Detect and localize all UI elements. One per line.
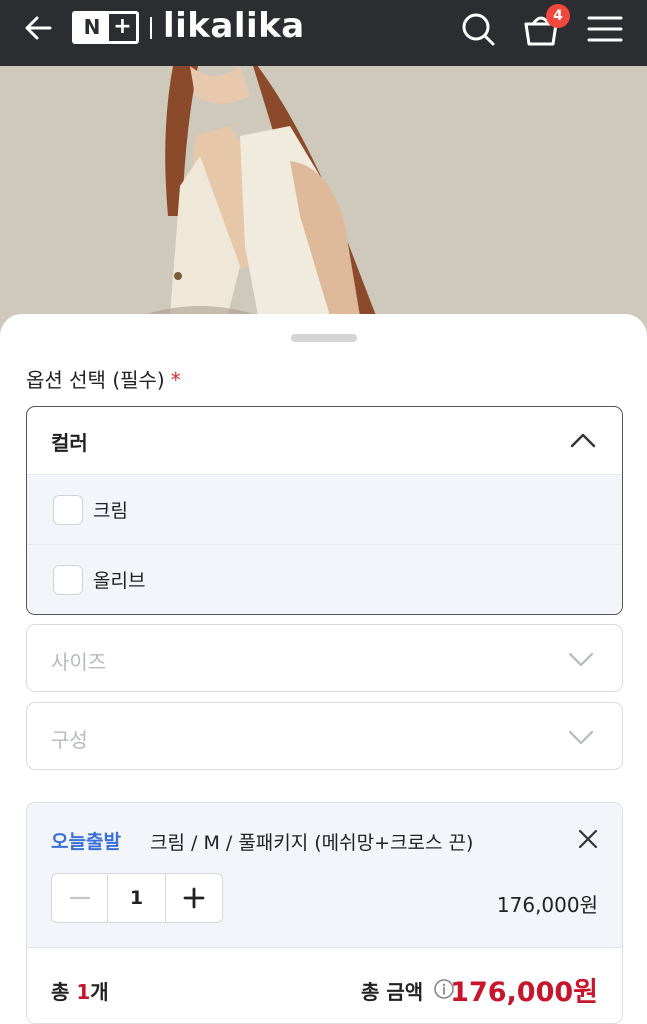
- minus-button[interactable]: [52, 874, 108, 922]
- selected-items-box: 오늘출발 크림 / M / 풀패키지 (메쉬망+크로스 끈) 1 176,000…: [26, 802, 623, 1024]
- logo-letter: N: [75, 14, 109, 41]
- total-amount-label: 총 금액: [361, 980, 424, 1004]
- plus-button[interactable]: [166, 874, 222, 922]
- hamburger-menu-icon[interactable]: [584, 8, 626, 50]
- close-icon[interactable]: [576, 827, 600, 851]
- total-summary: 총 1개 총 금액 176,000원: [27, 948, 622, 1023]
- logo-divider: [150, 17, 152, 39]
- selected-item: 오늘출발 크림 / M / 풀패키지 (메쉬망+크로스 끈) 1 176,000…: [27, 803, 622, 948]
- item-price: 176,000원: [496, 893, 598, 917]
- required-mark: *: [170, 368, 181, 392]
- brand-name[interactable]: likalika: [163, 6, 305, 46]
- top-navigation-bar: N + likalika 4: [0, 0, 647, 66]
- product-photo: [0, 66, 647, 346]
- option-section-title: 옵션 선택 (필수) *: [26, 364, 181, 393]
- cart-count-badge: 4: [546, 4, 570, 28]
- quantity-stepper: 1: [51, 873, 223, 923]
- color-option-cream[interactable]: 크림: [27, 474, 622, 544]
- total-count-prefix: 총: [51, 980, 77, 1004]
- color-dropdown-header[interactable]: 컬러: [27, 407, 622, 474]
- selected-item-name: 크림 / M / 풀패키지 (메쉬망+크로스 끈): [150, 832, 474, 854]
- quantity-value[interactable]: 1: [108, 874, 166, 922]
- sheet-drag-handle[interactable]: [291, 334, 357, 342]
- total-count-suffix: 개: [90, 980, 109, 1004]
- option-bottom-sheet: 옵션 선택 (필수) * 컬러 크림 올리브 사이즈 구성 오늘출발 크림 / …: [0, 314, 647, 1024]
- composition-select-placeholder: 구성: [51, 728, 88, 752]
- chevron-down-icon: [568, 728, 594, 746]
- nplus-logo[interactable]: N +: [72, 11, 139, 44]
- color-dropdown-label: 컬러: [51, 431, 88, 455]
- logo-plus: +: [113, 14, 132, 39]
- total-count-number: 1: [76, 980, 91, 1004]
- back-arrow-icon[interactable]: [22, 12, 56, 44]
- search-icon[interactable]: [458, 8, 500, 50]
- shipping-tag: 오늘출발: [51, 831, 121, 853]
- color-option-label: 크림: [93, 500, 128, 522]
- checkbox[interactable]: [53, 565, 83, 595]
- color-option-olive[interactable]: 올리브: [27, 544, 622, 614]
- total-amount: 176,000원: [450, 977, 598, 1008]
- color-option-label: 올리브: [93, 570, 146, 592]
- chevron-down-icon: [568, 650, 594, 668]
- size-select-placeholder: 사이즈: [51, 650, 107, 674]
- checkbox[interactable]: [53, 495, 83, 525]
- size-select[interactable]: 사이즈: [26, 624, 623, 692]
- composition-select[interactable]: 구성: [26, 702, 623, 770]
- color-dropdown: 컬러 크림 올리브: [26, 406, 623, 615]
- total-count: 총 1개: [51, 976, 109, 1005]
- option-title-text: 옵션 선택 (필수): [26, 368, 165, 392]
- chevron-up-icon[interactable]: [570, 431, 596, 449]
